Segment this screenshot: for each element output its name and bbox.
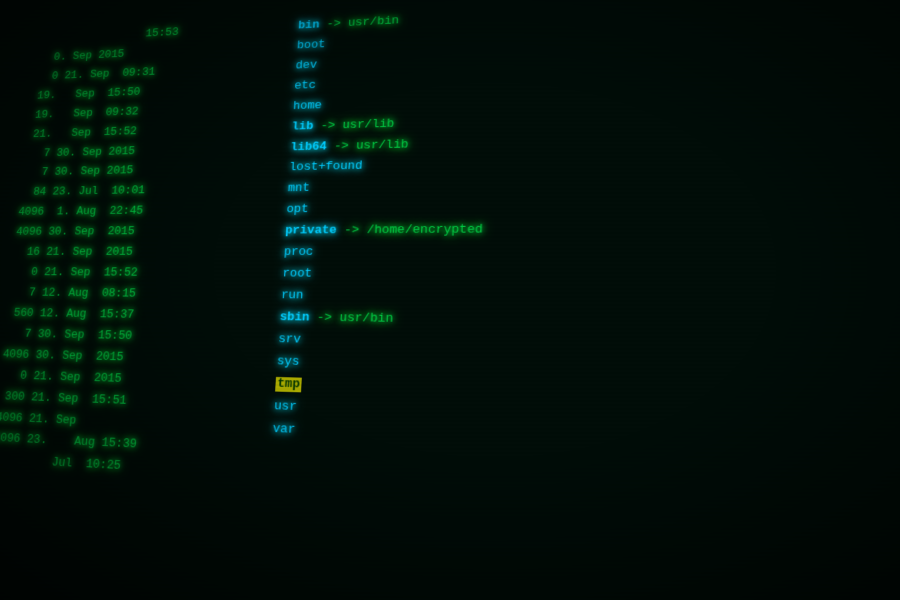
terminal-window: 15:53 0. Sep 2015 0 21. Sep 09:31 19. Se… — [0, 0, 900, 600]
line-9: 84 23. Jul 10:01 — [19, 181, 270, 203]
line-13: 0 21. Sep 15:52 — [11, 264, 265, 284]
line-14: 7 12. Aug 08:15 — [8, 285, 263, 307]
line-15: 560 12. Aug 15:37 — [6, 305, 262, 328]
line-8: 7 30. Sep 2015 — [22, 160, 273, 183]
line-12: 16 21. Sep 2015 — [13, 244, 267, 263]
right-column: bin -> usr/bin boot dev etc home lib - — [251, 0, 900, 600]
entry-proc: proc — [283, 242, 900, 265]
left-column: 15:53 0. Sep 2015 0 21. Sep 09:31 19. Se… — [0, 19, 290, 600]
line-11: 4096 30. Sep 2015 — [15, 223, 268, 243]
line-10: 4096 1. Aug 22:45 — [17, 202, 269, 223]
entry-private: private -> /home/encrypted — [285, 217, 900, 242]
